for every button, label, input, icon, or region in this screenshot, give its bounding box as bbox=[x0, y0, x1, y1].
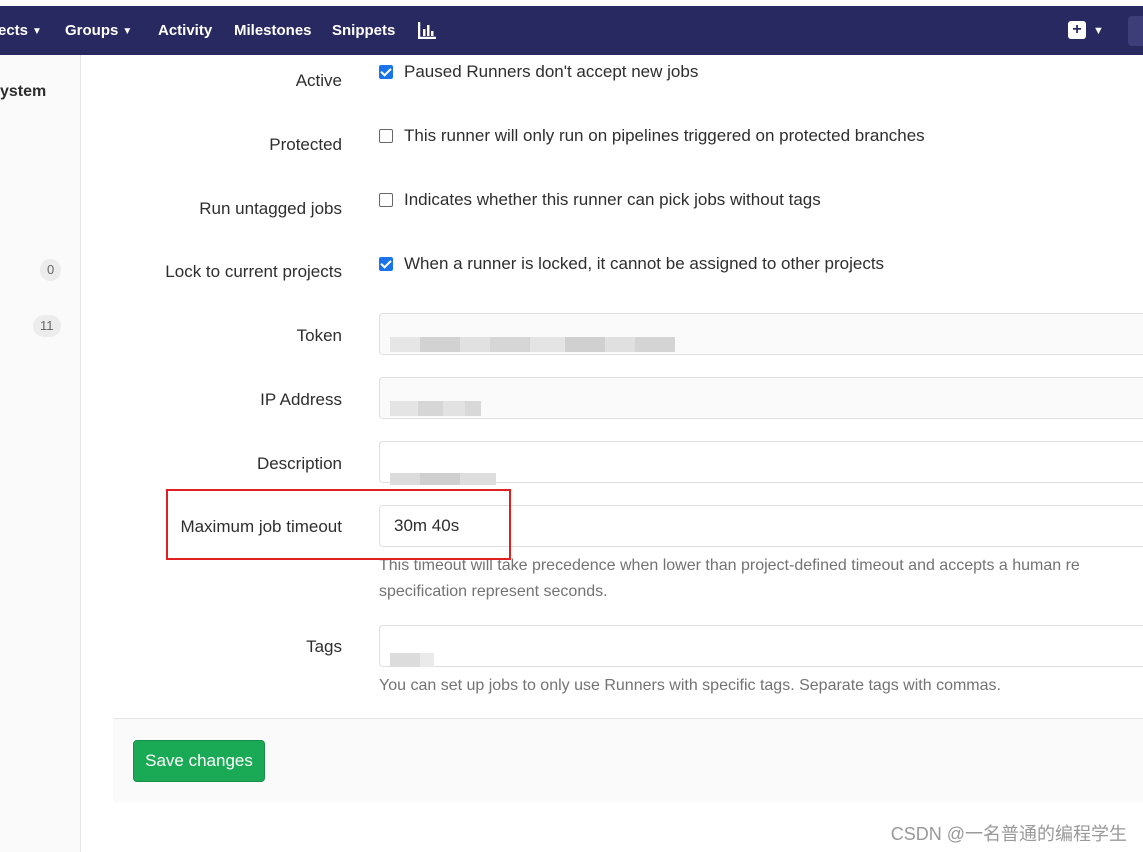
protected-text: This runner will only run on pipelines t… bbox=[404, 126, 925, 145]
watermark: CSDN @一名普通的编程学生 bbox=[890, 824, 1127, 844]
nav-activity[interactable]: Activity bbox=[158, 6, 212, 55]
protected-checkbox-row[interactable]: This runner will only run on pipelines t… bbox=[379, 126, 925, 146]
lock-label: Lock to current projects bbox=[165, 262, 342, 281]
count-badge: 11 bbox=[33, 315, 61, 337]
chart-icon[interactable] bbox=[418, 22, 436, 39]
redacted-blur bbox=[390, 391, 481, 416]
untagged-label: Run untagged jobs bbox=[199, 199, 342, 218]
active-text: Paused Runners don't accept new jobs bbox=[404, 62, 699, 81]
nav-groups-label: Groups bbox=[65, 22, 119, 39]
redacted-blur bbox=[390, 460, 496, 485]
description-label: Description bbox=[256, 454, 342, 473]
tags-label: Tags bbox=[306, 637, 342, 656]
nav-overflow-button[interactable] bbox=[1128, 16, 1143, 46]
token-field[interactable] bbox=[379, 313, 1143, 355]
protected-checkbox[interactable] bbox=[379, 129, 393, 143]
lock-text: When a runner is locked, it cannot be as… bbox=[404, 254, 885, 273]
active-checkbox[interactable] bbox=[379, 65, 393, 79]
chevron-down-icon[interactable]: ▼ bbox=[1093, 22, 1104, 40]
active-label: Active bbox=[295, 71, 342, 90]
tags-help: You can set up jobs to only use Runners … bbox=[379, 677, 1001, 694]
untagged-text: Indicates whether this runner can pick j… bbox=[404, 190, 821, 209]
save-changes-button[interactable]: Save changes bbox=[133, 740, 265, 782]
tags-input[interactable] bbox=[379, 625, 1143, 667]
sidebar-item-system[interactable]: ystem bbox=[0, 83, 46, 101]
form-actions bbox=[113, 718, 1143, 802]
count-badge: 0 bbox=[40, 259, 62, 281]
active-checkbox-row[interactable]: Paused Runners don't accept new jobs bbox=[379, 62, 698, 82]
sidebar: ystem 0 11 bbox=[0, 55, 81, 852]
ip-address-field[interactable] bbox=[379, 377, 1143, 419]
annotation-highlight-box bbox=[166, 489, 511, 560]
lock-checkbox[interactable] bbox=[379, 257, 393, 271]
protected-label: Protected bbox=[269, 135, 342, 154]
chevron-down-icon: ▼ bbox=[32, 26, 42, 37]
plus-square-icon[interactable]: + bbox=[1068, 21, 1086, 39]
nav-milestones[interactable]: Milestones bbox=[234, 6, 312, 55]
timeout-help-line-2: specification represent seconds. bbox=[379, 583, 608, 600]
nav-projects-label: ects bbox=[0, 22, 29, 39]
nav-snippets[interactable]: Snippets bbox=[332, 6, 395, 55]
untagged-checkbox-row[interactable]: Indicates whether this runner can pick j… bbox=[379, 190, 821, 210]
description-field[interactable] bbox=[379, 441, 1143, 485]
nav-groups[interactable]: Groups ▼ bbox=[65, 6, 132, 55]
chevron-down-icon: ▼ bbox=[122, 26, 133, 37]
nav-projects[interactable]: ects ▼ bbox=[0, 6, 42, 55]
top-navbar: ects ▼ Groups ▼ Activity Milestones Snippe… bbox=[0, 6, 1143, 55]
lock-checkbox-row[interactable]: When a runner is locked, it cannot be as… bbox=[379, 254, 884, 274]
untagged-checkbox[interactable] bbox=[379, 193, 393, 207]
redacted-blur bbox=[390, 642, 434, 667]
token-label: Token bbox=[296, 326, 342, 345]
redacted-blur bbox=[390, 327, 675, 352]
ip-label: IP Address bbox=[260, 390, 342, 409]
